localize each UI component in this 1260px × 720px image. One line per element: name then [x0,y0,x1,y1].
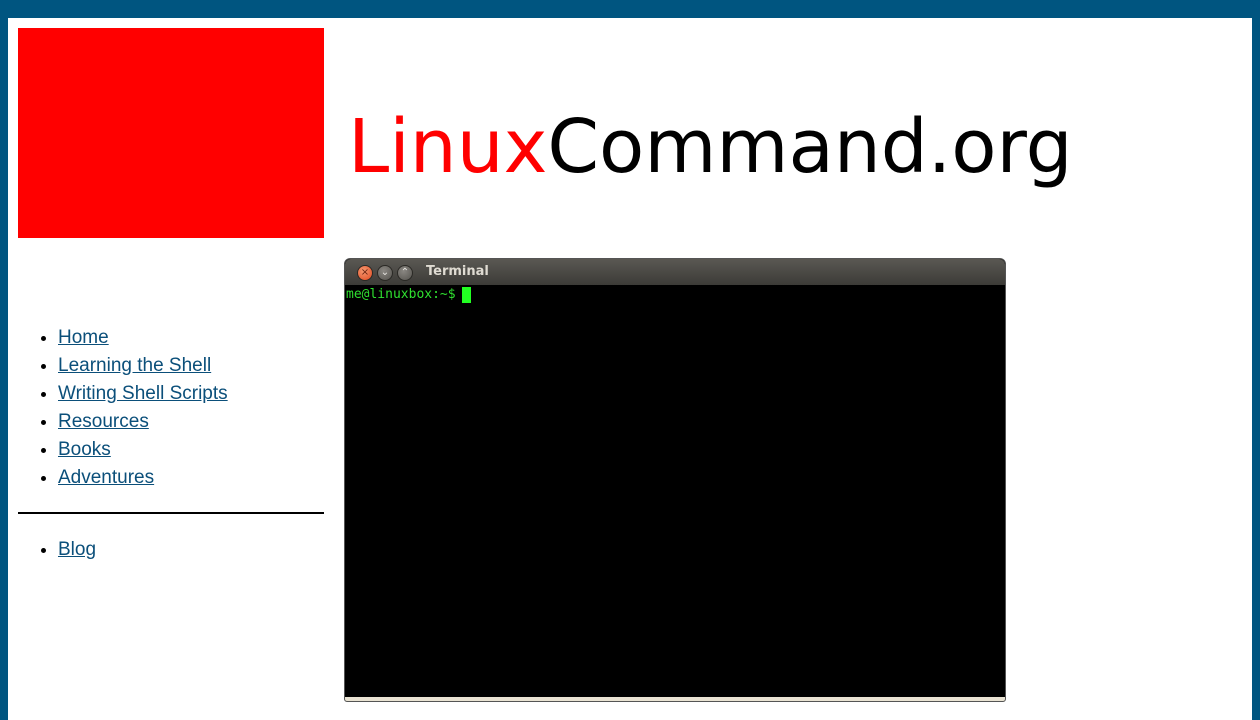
main-nav-list: Home Learning the Shell Writing Shell Sc… [18,324,324,492]
terminal-title: Terminal [426,264,489,279]
terminal-prompt: me@linuxbox:~$ [346,287,456,302]
nav-link-learning-the-shell[interactable]: Learning the Shell [58,355,211,376]
nav-link-adventures[interactable]: Adventures [58,467,154,488]
secondary-nav-list: Blog [18,536,324,564]
nav-item-writing-shell-scripts: Writing Shell Scripts [58,380,324,408]
minimize-icon[interactable]: ⌄ [377,265,393,281]
nav-link-resources[interactable]: Resources [58,411,149,432]
terminal-body[interactable]: me@linuxbox:~$ [345,285,1005,305]
nav-item-home: Home [58,324,324,352]
nav-link-blog[interactable]: Blog [58,539,96,560]
nav-link-books[interactable]: Books [58,439,111,460]
logo-command-text: Command.org [547,104,1073,190]
nav-divider [18,512,324,514]
header-red-block [18,28,324,238]
terminal-window[interactable]: × ⌄ ⌃ Terminal me@linuxbox:~$ [344,258,1006,702]
nav-link-home[interactable]: Home [58,327,109,348]
nav-item-adventures: Adventures [58,464,324,492]
nav-item-blog: Blog [58,536,324,564]
page-content: LinuxCommand.org Home Learning the Shell… [8,18,1252,720]
terminal-cursor [461,287,471,303]
nav-item-resources: Resources [58,408,324,436]
terminal-bottom-border [345,697,1005,701]
terminal-titlebar[interactable]: × ⌄ ⌃ Terminal [345,259,1005,285]
site-logo[interactable]: LinuxCommand.org [348,110,1073,184]
logo-linux-text: Linux [348,104,548,190]
nav-item-books: Books [58,436,324,464]
nav-link-writing-shell-scripts[interactable]: Writing Shell Scripts [58,383,228,404]
sidebar-nav: Home Learning the Shell Writing Shell Sc… [18,324,324,564]
maximize-icon[interactable]: ⌃ [397,265,413,281]
close-icon[interactable]: × [357,265,373,281]
nav-item-learning-the-shell: Learning the Shell [58,352,324,380]
